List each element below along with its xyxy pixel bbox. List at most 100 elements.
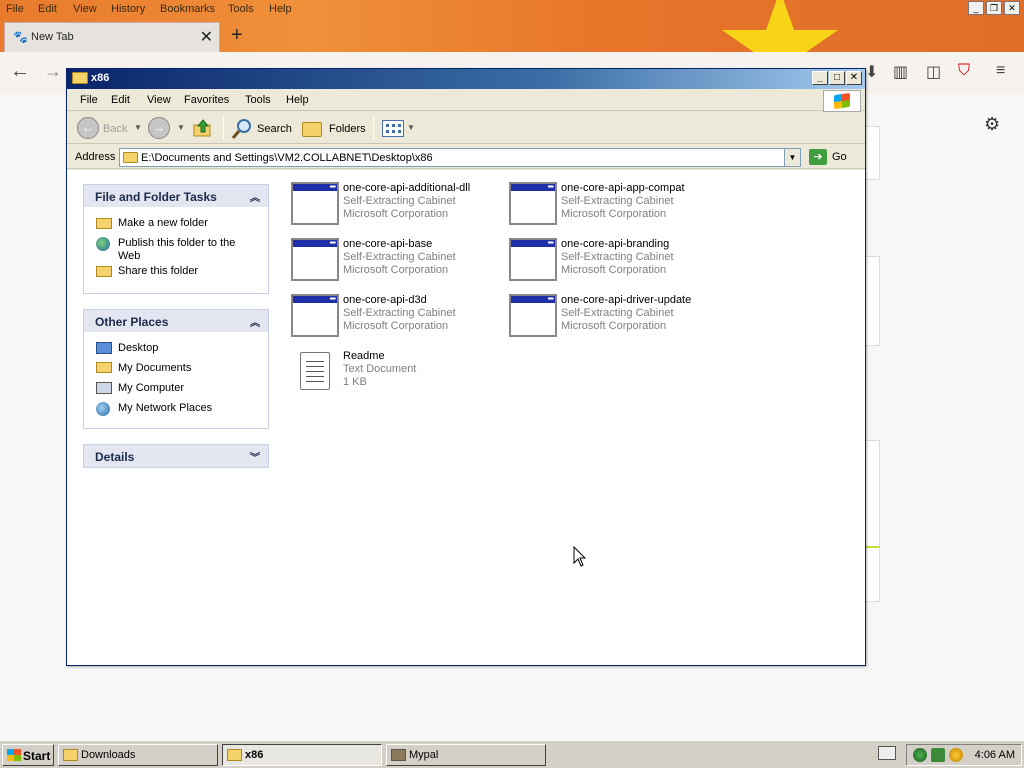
ff-back-icon[interactable]: ← xyxy=(10,60,30,83)
keyboard-icon[interactable] xyxy=(878,746,896,760)
menu-file[interactable]: File xyxy=(80,94,98,106)
menu-tools[interactable]: Tools xyxy=(245,94,271,106)
ff-close-button[interactable]: ✕ xyxy=(1004,1,1020,15)
ff-menu-view[interactable]: View xyxy=(73,3,97,15)
menu-help[interactable]: Help xyxy=(286,94,309,106)
file-item[interactable]: ▪▪▪ one-core-api-driver-update Self-Extr… xyxy=(502,292,712,342)
globe-icon xyxy=(96,237,110,251)
ff-library-icon[interactable]: ▥ xyxy=(893,62,908,82)
panel-header[interactable]: Details ︾ xyxy=(84,445,268,467)
folders-button-label[interactable]: Folders xyxy=(329,123,366,135)
up-folder-icon[interactable] xyxy=(193,118,213,138)
file-detail: Microsoft Corporation xyxy=(343,264,449,276)
address-bar: Address E:\Documents and Settings\VM2.CO… xyxy=(67,145,865,169)
taskbar-button-x86[interactable]: x86 xyxy=(222,744,382,766)
file-item[interactable]: ▪▪▪ one-core-api-branding Self-Extractin… xyxy=(502,236,712,286)
minimize-button[interactable]: _ xyxy=(812,71,828,85)
taskbar-button-downloads[interactable]: Downloads xyxy=(58,744,218,766)
taskbar-button-mypal[interactable]: Mypal xyxy=(386,744,546,766)
file-detail: Microsoft Corporation xyxy=(561,264,667,276)
newtab-settings-gear-icon[interactable]: ⚙ xyxy=(984,114,1000,135)
cabinet-icon: ▪▪▪ xyxy=(509,182,557,225)
address-value[interactable]: E:\Documents and Settings\VM2.COLLABNET\… xyxy=(141,152,433,164)
task-make-new-folder[interactable]: Make a new folder xyxy=(84,213,268,233)
network-places-icon xyxy=(96,402,110,416)
panel-title: Other Places xyxy=(95,315,169,329)
file-folder-tasks-panel: File and Folder Tasks ︽ Make a new folde… xyxy=(83,184,269,294)
system-tray: 4:06 AM xyxy=(906,744,1022,766)
ff-downloads-icon[interactable]: ⬇ xyxy=(865,62,878,82)
ff-menu-edit[interactable]: Edit xyxy=(38,3,57,15)
close-button[interactable]: ✕ xyxy=(846,71,862,85)
ff-sidebar-icon[interactable]: ◫ xyxy=(926,62,941,82)
back-button-label[interactable]: Back xyxy=(103,123,127,135)
ff-menu-help[interactable]: Help xyxy=(269,3,292,15)
search-button-label[interactable]: Search xyxy=(257,123,292,135)
forward-arrow-icon[interactable]: → xyxy=(148,117,170,139)
back-dropdown-icon[interactable]: ▼ xyxy=(134,123,142,132)
ff-menu-bookmarks[interactable]: Bookmarks xyxy=(160,3,215,15)
mouse-cursor-icon xyxy=(573,546,587,567)
place-my-documents[interactable]: My Documents xyxy=(84,358,268,378)
ff-menu-file[interactable]: File xyxy=(6,3,24,15)
maximize-button[interactable]: □ xyxy=(829,71,845,85)
collapse-chevron-icon[interactable]: ︽ xyxy=(250,314,260,329)
text-document-icon xyxy=(300,352,330,390)
network-icon[interactable] xyxy=(913,748,927,762)
ff-ublock-icon[interactable]: ⛉ xyxy=(958,62,970,80)
task-label: Make a new folder xyxy=(118,217,208,229)
folders-icon[interactable] xyxy=(302,122,322,137)
ff-tab-new-tab[interactable]: 🐾 New Tab ✕ xyxy=(4,22,220,52)
search-icon[interactable] xyxy=(231,118,253,140)
expand-chevron-icon[interactable]: ︾ xyxy=(250,449,260,464)
ff-card-edge xyxy=(864,440,880,602)
file-name: one-core-api-additional-dll xyxy=(343,182,471,194)
address-input[interactable]: E:\Documents and Settings\VM2.COLLABNET\… xyxy=(119,148,801,167)
tab-close-icon[interactable]: ✕ xyxy=(200,27,213,47)
ff-menu-history[interactable]: History xyxy=(111,3,145,15)
file-item[interactable]: Readme Text Document 1 KB xyxy=(284,348,494,398)
ff-minimize-button[interactable]: _ xyxy=(968,1,984,15)
title-bar[interactable]: x86 _ □ ✕ xyxy=(67,69,865,89)
forward-dropdown-icon[interactable]: ▼ xyxy=(177,123,185,132)
panel-header[interactable]: File and Folder Tasks ︽ xyxy=(84,185,268,207)
views-dropdown-icon[interactable]: ▼ xyxy=(407,123,415,132)
ff-forward-icon[interactable]: → xyxy=(44,61,62,82)
task-publish-folder[interactable]: Publish this folder to the Web xyxy=(84,233,268,263)
ff-card-edge xyxy=(864,256,880,346)
file-item[interactable]: ▪▪▪ one-core-api-d3d Self-Extracting Cab… xyxy=(284,292,494,342)
task-share-folder[interactable]: Share this folder xyxy=(84,263,268,283)
go-button[interactable]: ➔ Go xyxy=(807,148,861,167)
place-my-computer[interactable]: My Computer xyxy=(84,378,268,398)
file-item[interactable]: ▪▪▪ one-core-api-base Self-Extracting Ca… xyxy=(284,236,494,286)
address-dropdown-icon[interactable]: ▼ xyxy=(784,149,800,166)
details-panel: Details ︾ xyxy=(83,444,269,468)
go-label: Go xyxy=(832,151,847,163)
menu-favorites[interactable]: Favorites xyxy=(184,94,229,106)
start-button[interactable]: Start xyxy=(2,744,54,766)
security-icon[interactable] xyxy=(931,748,945,762)
ff-menu-tools[interactable]: Tools xyxy=(228,3,254,15)
ff-hamburger-menu-icon[interactable]: ≡ xyxy=(996,62,1005,80)
menu-edit[interactable]: Edit xyxy=(111,94,130,106)
file-item[interactable]: ▪▪▪ one-core-api-app-compat Self-Extract… xyxy=(502,180,712,230)
file-name: one-core-api-branding xyxy=(561,238,670,250)
file-item[interactable]: ▪▪▪ one-core-api-additional-dll Self-Ext… xyxy=(284,180,494,230)
menu-view[interactable]: View xyxy=(147,94,171,106)
place-my-network-places[interactable]: My Network Places xyxy=(84,398,268,418)
place-desktop[interactable]: Desktop xyxy=(84,338,268,358)
panel-header[interactable]: Other Places ︽ xyxy=(84,310,268,332)
search-tray-icon[interactable] xyxy=(949,748,963,762)
share-folder-icon xyxy=(96,266,112,277)
folder-icon xyxy=(72,72,88,84)
collapse-chevron-icon[interactable]: ︽ xyxy=(250,189,260,204)
views-icon[interactable] xyxy=(382,120,404,137)
back-arrow-icon[interactable]: ← xyxy=(77,117,99,139)
file-name: Readme xyxy=(343,350,385,362)
new-tab-plus-icon[interactable]: + xyxy=(231,24,243,47)
ff-restore-button[interactable]: ❐ xyxy=(986,1,1002,15)
folder-icon xyxy=(123,152,138,163)
cabinet-icon: ▪▪▪ xyxy=(509,238,557,281)
toolbar: ← Back ▼ → ▼ Search Folders ▼ xyxy=(67,112,865,144)
ff-card-edge xyxy=(864,126,880,180)
